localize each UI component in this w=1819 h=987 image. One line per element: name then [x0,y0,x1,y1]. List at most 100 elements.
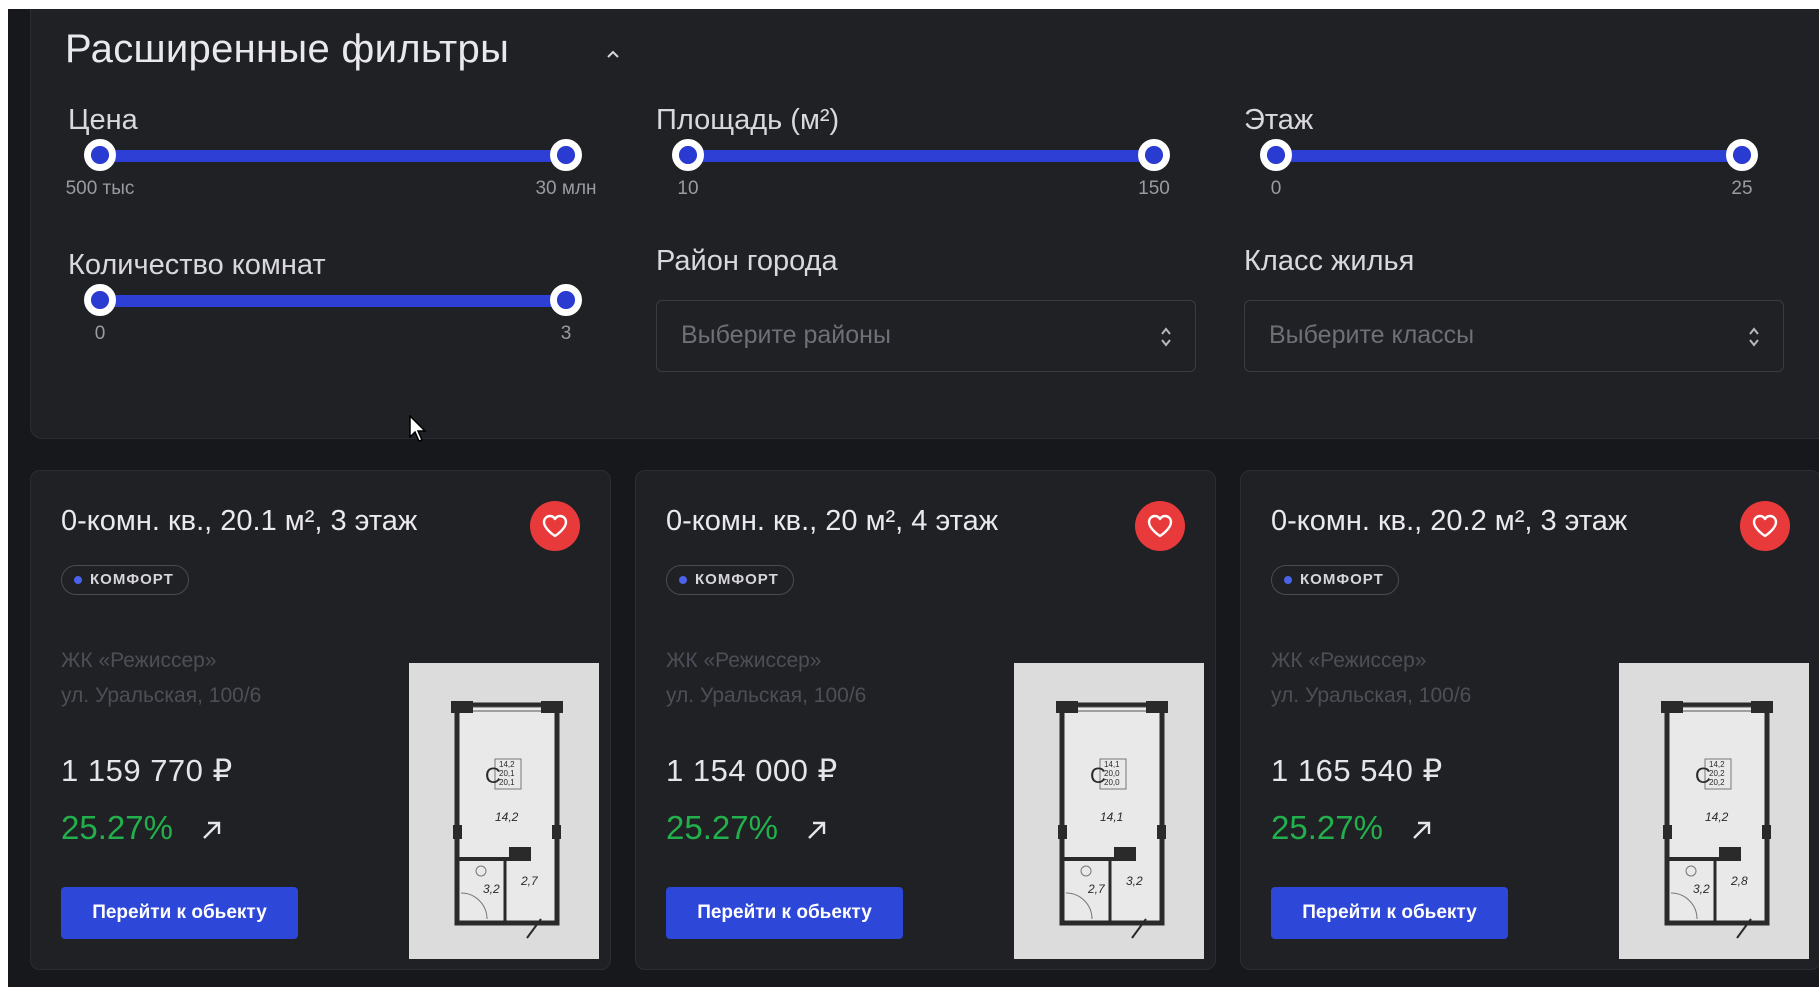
rooms-max-thumb[interactable] [550,284,582,316]
price-max-thumb[interactable] [550,139,582,171]
floor-plan-drawing: С 14,2 20,2 20,2 14,2 3,2 2,8 [1661,701,1773,939]
housing-class-select[interactable]: Выберите классы [1244,300,1784,372]
sort-icon [1161,327,1171,347]
price: 1 165 540 ₽ [1271,753,1443,788]
favorite-button[interactable] [1740,501,1790,551]
complex-name: ЖК «Режиссер» [666,649,822,672]
listing-title[interactable]: 0-комн. кв., 20.2 м², 3 этаж [1271,505,1627,538]
plan-label: 3,2 [1693,882,1710,896]
address: ул. Уральская, 100/6 [61,684,262,707]
arrow-up-right-icon [203,821,221,839]
slider-track [100,150,566,162]
floor-slider[interactable]: 0 25 [1260,136,1758,199]
address: ул. Уральская, 100/6 [666,684,867,707]
plan-label: 3,2 [1126,874,1143,888]
plan-label: 14,2 [499,760,515,769]
price-min-label: 500 тыс [65,178,135,199]
yield-percent: 25.27% [666,809,778,846]
rooms-min-thumb[interactable] [84,284,116,316]
listing-card[interactable]: 0-комн. кв., 20 м², 4 этаж КОМФОРТ ЖК «Р… [635,470,1216,970]
area-max-thumb[interactable] [1138,139,1170,171]
plan-label: 14,1 [1100,810,1123,824]
go-to-object-button[interactable]: Перейти к обьекту [1271,887,1508,939]
yield-percent: 25.27% [61,809,173,846]
rooms-max-label: 3 [560,323,572,344]
rooms-label: Количество комнат [68,249,326,281]
yield-percent: 25.27% [1271,809,1383,846]
arrow-up-right-icon [1413,821,1431,839]
plan-label: 14,2 [1705,810,1729,824]
floor-min-thumb[interactable] [1260,139,1292,171]
listing-location: ЖК «Режиссер» ул. Уральская, 100/6 [666,643,866,713]
advanced-filters-panel: Расширенные фильтры Цена 500 тыс 30 млн … [30,9,1819,442]
slider-track [100,295,566,307]
heart-icon [542,514,568,538]
class-badge: КОМФОРТ [61,565,189,595]
plan-label: 20,2 [1709,778,1725,787]
class-badge: КОМФОРТ [666,565,794,595]
listing-title[interactable]: 0-комн. кв., 20 м², 4 этаж [666,505,998,538]
plan-label: 14,1 [1104,760,1120,769]
plan-label: 20,1 [499,778,515,787]
district-label: Район города [656,245,838,277]
price-label: Цена [68,104,138,136]
slider-track [688,150,1154,162]
area-label: Площадь (м²) [656,104,840,136]
go-to-object-button[interactable]: Перейти к обьекту [666,887,903,939]
area-min-thumb[interactable] [672,139,704,171]
complex-name: ЖК «Режиссер» [1271,649,1427,672]
heart-icon [1752,514,1778,538]
floor-max-thumb[interactable] [1726,139,1758,171]
floor-plan-image[interactable]: С 14,2 20,2 20,2 14,2 3,2 2,8 [1619,663,1809,959]
floor-plan-image[interactable]: С 14,1 20,0 20,0 14,1 2,7 3,2 [1014,663,1204,959]
badge-dot [74,576,82,584]
badge-label: КОМФОРТ [90,571,174,588]
housing-class-placeholder: Выберите классы [1269,321,1475,349]
area-slider[interactable]: 10 150 [672,136,1170,199]
price: 1 159 770 ₽ [61,753,233,788]
badge-label: КОМФОРТ [1300,571,1384,588]
district-placeholder: Выберите районы [681,321,891,349]
plan-label: 2,8 [1730,874,1748,888]
go-to-object-button[interactable]: Перейти к обьекту [61,887,298,939]
listing-title[interactable]: 0-комн. кв., 20.1 м², 3 этаж [61,505,417,538]
listing-card[interactable]: 0-комн. кв., 20.1 м², 3 этаж КОМФОРТ ЖК … [30,470,611,970]
sort-icon [1749,327,1759,347]
price-min-thumb[interactable] [84,139,116,171]
favorite-button[interactable] [530,501,580,551]
heart-icon [1147,514,1173,538]
listing-location: ЖК «Режиссер» ул. Уральская, 100/6 [61,643,261,713]
plan-label: 20,2 [1709,769,1725,778]
rooms-slider[interactable]: 0 3 [84,281,582,344]
plan-label: 20,0 [1104,778,1120,787]
listing-card[interactable]: 0-комн. кв., 20.2 м², 3 этаж КОМФОРТ ЖК … [1240,470,1819,970]
floor-plan-image[interactable]: С 14,2 20,1 20,1 14,2 3,2 2,7 [409,663,599,959]
price: 1 154 000 ₽ [666,753,838,788]
badge-dot [1284,576,1292,584]
area-min-label: 10 [677,178,699,199]
slider-track [1276,150,1742,162]
district-select[interactable]: Выберите районы [656,300,1196,372]
class-badge: КОМФОРТ [1271,565,1399,595]
cursor-icon [409,415,427,442]
badge-dot [679,576,687,584]
price-max-label: 30 млн [535,178,597,199]
favorite-button[interactable] [1135,501,1185,551]
filters-title: Расширенные фильтры [65,27,510,71]
plan-label: 3,2 [483,882,500,896]
price-slider[interactable]: 500 тыс 30 млн [66,136,597,199]
listing-location: ЖК «Режиссер» ул. Уральская, 100/6 [1271,643,1471,713]
floor-min-label: 0 [1270,178,1282,199]
floor-max-label: 25 [1731,178,1753,199]
floor-plan-drawing: С 14,2 20,1 20,1 14,2 3,2 2,7 [451,701,563,939]
plan-label: 14,2 [1709,760,1725,769]
chevron-up-icon[interactable] [606,47,620,61]
area-max-label: 150 [1138,178,1170,199]
plan-label: 2,7 [1087,882,1106,896]
arrow-up-right-icon [808,821,826,839]
address: ул. Уральская, 100/6 [1271,684,1472,707]
plan-label: 2,7 [520,874,539,888]
housing-class-label: Класс жилья [1244,245,1415,277]
app-frame: Расширенные фильтры Цена 500 тыс 30 млн … [8,9,1819,987]
floor-label: Этаж [1244,104,1314,136]
